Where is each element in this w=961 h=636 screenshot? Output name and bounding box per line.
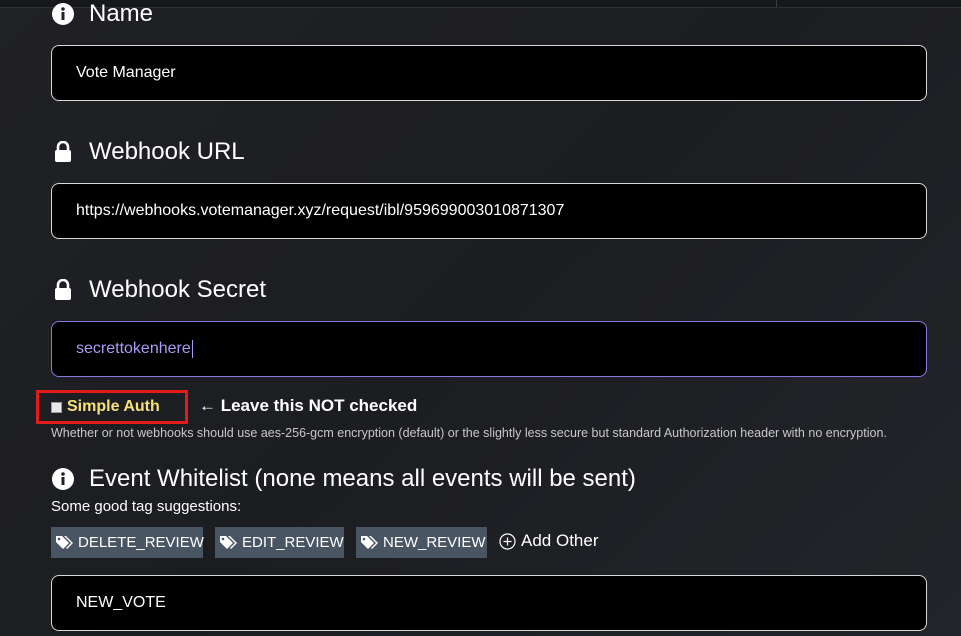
webhook-url-input[interactable]: https://webhooks.votemanager.xyz/request…	[51, 183, 927, 239]
add-other-button[interactable]: Add Other	[499, 531, 599, 551]
tag-suggestion-new-review[interactable]: NEW_REVIEW	[356, 527, 487, 558]
event-whitelist-value: NEW_VOTE	[76, 594, 166, 611]
name-label: Name	[89, 0, 154, 27]
suggestions-label: Some good tag suggestions:	[51, 498, 242, 515]
event-whitelist-input[interactable]: NEW_VOTE	[51, 575, 927, 631]
simple-auth-help: Whether or not webhooks should use aes-2…	[51, 426, 887, 440]
lock-icon	[52, 278, 74, 302]
simple-auth-annotation: ← Leave this NOT checked	[199, 396, 418, 415]
webhook-secret-value: secrettokenhere	[76, 340, 191, 357]
webhook-url-value: https://webhooks.votemanager.xyz/request…	[76, 202, 565, 219]
webhook-url-label: Webhook URL	[89, 138, 245, 165]
webhook-secret-input[interactable]: secrettokenhere	[51, 321, 927, 377]
tags-icon	[360, 535, 380, 551]
simple-auth-checkbox[interactable]	[51, 401, 62, 413]
tag-label: NEW_REVIEW	[383, 534, 486, 551]
webhook-secret-label: Webhook Secret	[89, 276, 266, 303]
lock-icon	[52, 140, 74, 164]
tag-label: DELETE_REVIEW	[78, 534, 204, 551]
event-whitelist-label: Event Whitelist (none means all events w…	[89, 465, 636, 492]
tag-suggestion-delete-review[interactable]: DELETE_REVIEW	[51, 527, 204, 558]
add-other-label: Add Other	[521, 531, 599, 550]
event-whitelist-heading: Event Whitelist (none means all events w…	[52, 465, 636, 493]
info-icon	[52, 2, 74, 26]
webhook-url-heading: Webhook URL	[52, 138, 245, 166]
tag-label: EDIT_REVIEW	[242, 534, 344, 551]
name-value: Vote Manager	[76, 64, 176, 81]
info-icon	[52, 467, 74, 491]
top-bar-divider	[776, 0, 777, 7]
text-caret	[191, 340, 193, 358]
simple-auth-label[interactable]: Simple Auth	[67, 398, 160, 416]
name-input[interactable]: Vote Manager	[51, 45, 927, 101]
name-heading: Name	[52, 0, 153, 28]
plus-circle-icon	[499, 532, 516, 550]
tag-suggestion-edit-review[interactable]: EDIT_REVIEW	[215, 527, 344, 558]
tags-icon	[55, 535, 75, 551]
webhook-secret-heading: Webhook Secret	[52, 276, 266, 304]
simple-auth-row[interactable]: Simple Auth	[51, 398, 160, 416]
tags-icon	[219, 535, 239, 551]
